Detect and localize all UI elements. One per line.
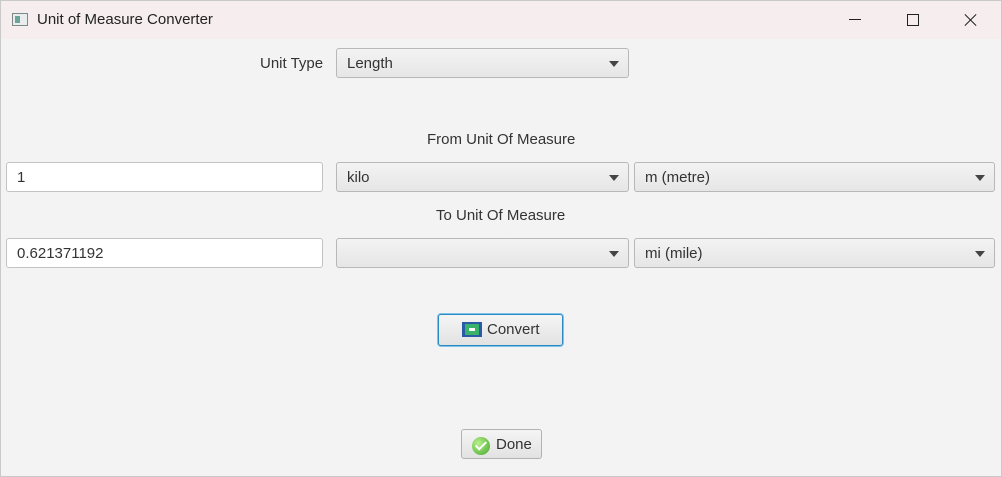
maximize-icon[interactable] — [884, 1, 942, 39]
to-prefix-select[interactable] — [336, 238, 629, 268]
unit-type-value: Length — [347, 55, 393, 72]
from-heading: From Unit Of Measure — [427, 131, 576, 148]
from-unit-select[interactable]: m (metre) — [634, 162, 995, 192]
unit-type-label: Unit Type — [260, 55, 324, 72]
convert-button[interactable]: Convert — [438, 314, 563, 346]
app-icon — [12, 13, 28, 26]
to-value-input[interactable] — [6, 238, 323, 268]
from-prefix-value: kilo — [347, 169, 370, 186]
chevron-down-icon — [609, 175, 619, 181]
window-title: Unit of Measure Converter — [37, 11, 213, 28]
done-button[interactable]: Done — [461, 429, 542, 459]
chevron-down-icon — [609, 251, 619, 257]
from-value-input[interactable] — [6, 162, 323, 192]
unit-type-select[interactable]: Length — [336, 48, 629, 78]
close-icon[interactable] — [942, 1, 1000, 39]
done-button-label: Done — [496, 436, 532, 453]
from-prefix-select[interactable]: kilo — [336, 162, 629, 192]
minimize-icon[interactable] — [826, 1, 884, 39]
from-unit-value: m (metre) — [645, 169, 710, 186]
title-bar[interactable]: Unit of Measure Converter — [1, 1, 1001, 39]
to-unit-value: mi (mile) — [645, 245, 703, 262]
to-unit-select[interactable]: mi (mile) — [634, 238, 995, 268]
convert-icon — [462, 322, 482, 337]
to-heading: To Unit Of Measure — [436, 207, 566, 224]
convert-button-label: Convert — [487, 321, 540, 338]
chevron-down-icon — [975, 251, 985, 257]
chevron-down-icon — [975, 175, 985, 181]
chevron-down-icon — [609, 61, 619, 67]
checkmark-icon — [472, 437, 490, 455]
converter-window: Unit of Measure Converter Unit Type Leng… — [0, 0, 1002, 477]
